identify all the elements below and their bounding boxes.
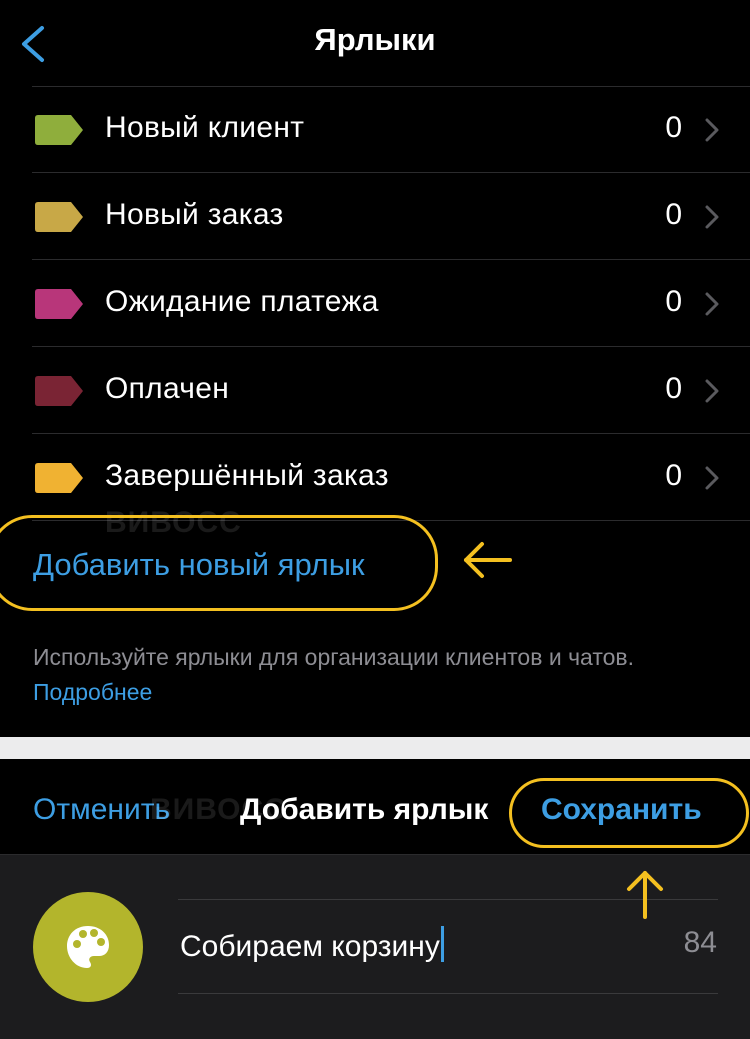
label-count: 0 <box>665 111 682 144</box>
sheet-title: Добавить ярлык <box>240 793 489 826</box>
char-counter: 84 <box>683 926 717 959</box>
label-name: Ожидание платежа <box>105 285 379 318</box>
label-name: Завершённый заказ <box>105 459 389 492</box>
highlight-oval <box>509 778 749 848</box>
chevron-right-icon <box>705 205 719 229</box>
arrow-up-icon <box>627 871 663 919</box>
tag-icon <box>35 115 83 145</box>
label-row[interactable]: Оплачен 0 <box>0 347 750 434</box>
color-picker-button[interactable] <box>33 892 143 1002</box>
arrow-left-icon <box>464 542 512 578</box>
tag-icon <box>35 289 83 319</box>
label-name-value: Собираем корзину <box>180 930 440 963</box>
tag-icon <box>35 376 83 406</box>
nav-bar: Ярлыки <box>0 0 750 86</box>
chevron-right-icon <box>705 118 719 142</box>
label-name: Новый клиент <box>105 111 305 144</box>
footnote: Используйте ярлыки для организации клиен… <box>33 640 723 710</box>
more-link[interactable]: Подробнее <box>33 679 152 705</box>
label-name: Новый заказ <box>105 198 284 231</box>
label-count: 0 <box>665 285 682 318</box>
labels-screen: Ярлыки Новый клиент 0 Новый заказ 0 Ожидание… <box>0 0 750 737</box>
label-name: Оплачен <box>105 372 230 405</box>
label-name-input[interactable]: Собираем корзину <box>180 926 444 964</box>
tag-icon <box>35 202 83 232</box>
label-row[interactable]: Ожидание платежа 0 <box>0 260 750 347</box>
tag-icon <box>35 463 83 493</box>
label-count: 0 <box>665 198 682 231</box>
label-count: 0 <box>665 372 682 405</box>
chevron-right-icon <box>705 292 719 316</box>
chevron-right-icon <box>705 466 719 490</box>
chevron-right-icon <box>705 379 719 403</box>
palette-icon <box>67 926 109 968</box>
label-row[interactable]: Новый заказ 0 <box>0 173 750 260</box>
text-caret <box>440 926 444 962</box>
add-label-sheet: Отменить ВИВОСС Добавить ярлык Сохранить… <box>0 759 750 1039</box>
label-row[interactable]: Новый клиент 0 <box>0 86 750 173</box>
divider <box>178 993 718 994</box>
highlight-oval <box>0 515 438 611</box>
label-count: 0 <box>665 459 682 492</box>
page-title: Ярлыки <box>314 22 436 57</box>
screen-divider <box>0 737 750 759</box>
footnote-text: Используйте ярлыки для организации клиен… <box>33 644 635 670</box>
